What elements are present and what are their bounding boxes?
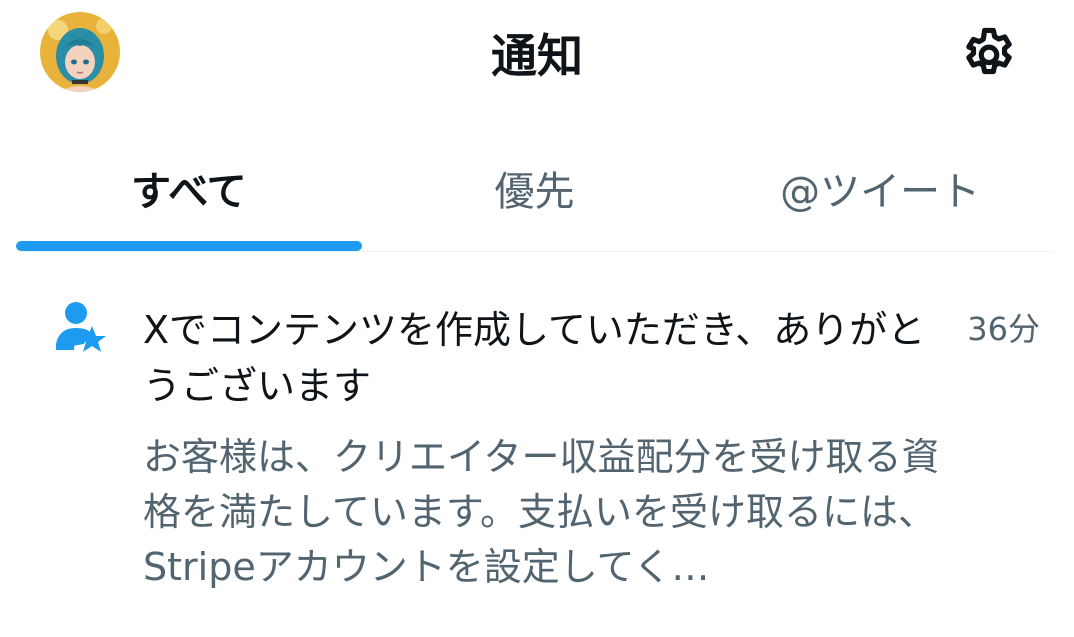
tab-label: 優先 <box>494 169 575 215</box>
settings-button[interactable] <box>958 24 1020 86</box>
top-bar: 通知 <box>0 0 1074 120</box>
tab-all[interactable]: すべて <box>16 150 362 251</box>
tab-priority[interactable]: 優先 <box>362 150 708 251</box>
notification-title: Xでコンテンツを作成していただき、ありがとうございます <box>143 308 926 408</box>
tab-label: すべて <box>131 169 247 215</box>
notification-time: 36分 <box>967 310 1040 348</box>
gear-icon <box>966 27 1012 75</box>
notification-body: お客様は、クリエイター収益配分を受け取る資格を満たしています。支払いを受け取るに… <box>143 435 940 589</box>
active-tab-indicator <box>16 241 362 251</box>
notification-item[interactable]: Xでコンテンツを作成していただき、ありがとうございます 36分 お客様は、クリエ… <box>0 252 1074 637</box>
page-title: 通知 <box>491 29 583 83</box>
tab-label: @ツイート <box>780 169 981 215</box>
tab-mentions[interactable]: @ツイート <box>707 150 1053 251</box>
notification-tabs: すべて 優先 @ツイート <box>16 150 1053 252</box>
person-star-icon <box>54 300 108 356</box>
